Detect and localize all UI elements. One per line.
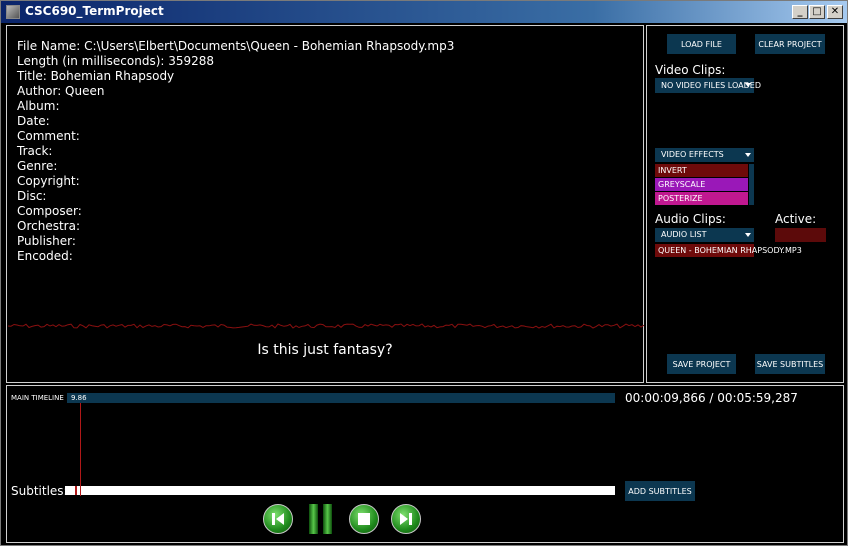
meta-comment: Comment: [17, 129, 80, 143]
clear-project-button[interactable]: CLEAR PROJECT [755, 34, 825, 54]
waveform-line [8, 323, 644, 329]
save-subtitles-button[interactable]: SAVE SUBTITLES [755, 354, 825, 374]
pause-icon [309, 504, 318, 534]
meta-date: Date: [17, 114, 50, 128]
timeline-value: 9.86 [71, 394, 87, 402]
video-clips-label: Video Clips: [655, 63, 726, 77]
maximize-button[interactable]: □ [809, 5, 825, 19]
load-file-button[interactable]: LOAD FILE [667, 34, 736, 54]
effect-greyscale[interactable]: GREYSCALE [655, 178, 748, 191]
meta-orchestra: Orchestra: [17, 219, 80, 233]
app-icon [6, 5, 20, 19]
control-panel: LOAD FILE CLEAR PROJECT Video Clips: NO … [646, 25, 844, 383]
active-indicator [775, 228, 826, 242]
audio-list-dropdown[interactable]: AUDIO LIST [655, 228, 754, 242]
pause-button[interactable] [309, 504, 335, 534]
effect-posterize[interactable]: POSTERIZE [655, 192, 748, 205]
active-label: Active: [775, 212, 817, 226]
subtitle-marker[interactable] [75, 486, 77, 495]
forward-icon [400, 513, 412, 525]
meta-length: Length (in milliseconds): 359288 [17, 54, 215, 68]
title-bar[interactable]: CSC690_TermProject _ □ ✕ [1, 1, 847, 23]
meta-publisher: Publisher: [17, 234, 76, 248]
effects-scrollbar[interactable] [749, 164, 754, 205]
audio-item[interactable]: QUEEN - BOHEMIAN RHAPSODY.MP3 [655, 244, 802, 257]
meta-genre: Genre: [17, 159, 58, 173]
effect-invert[interactable]: INVERT [655, 164, 748, 177]
rewind-icon [272, 513, 284, 525]
stop-button[interactable] [349, 504, 379, 534]
chevron-down-icon [745, 153, 751, 157]
save-project-button[interactable]: SAVE PROJECT [667, 354, 736, 374]
meta-title: Title: Bohemian Rhapsody [17, 69, 175, 83]
time-readout: 00:00:09,866 / 00:05:59,287 [625, 391, 798, 405]
meta-composer: Composer: [17, 204, 82, 218]
meta-album: Album: [17, 99, 60, 113]
add-subtitles-button[interactable]: ADD SUBTITLES [625, 481, 695, 501]
meta-track: Track: [17, 144, 53, 158]
chevron-down-icon [745, 83, 751, 87]
meta-copyright: Copyright: [17, 174, 80, 188]
pause-icon-bar [323, 504, 332, 534]
meta-author: Author: Queen [17, 84, 105, 98]
rewind-button[interactable] [263, 504, 293, 534]
close-button[interactable]: ✕ [827, 5, 843, 19]
timeline-panel: MAIN TIMELINE 9.86 00:00:09,866 / 00:05:… [6, 385, 844, 543]
stop-icon [358, 513, 370, 525]
app-window: CSC690_TermProject _ □ ✕ File Name: C:\U… [0, 0, 848, 546]
app-content: File Name: C:\Users\Elbert\Documents\Que… [4, 23, 844, 543]
audio-clips-label: Audio Clips: [655, 212, 726, 226]
subtitle-marker[interactable] [80, 486, 81, 495]
main-timeline-label: MAIN TIMELINE [11, 394, 64, 402]
audio-waveform [8, 323, 644, 329]
audio-list-dropdown-value: AUDIO LIST [661, 230, 707, 239]
meta-file-name: File Name: C:\Users\Elbert\Documents\Que… [17, 39, 455, 53]
chevron-down-icon [745, 233, 751, 237]
subtitle-track[interactable] [65, 486, 615, 495]
playhead[interactable] [80, 403, 81, 496]
metadata-panel: File Name: C:\Users\Elbert\Documents\Que… [6, 25, 644, 383]
video-effects-dropdown[interactable]: VIDEO EFFECTS [655, 148, 754, 162]
meta-encoded: Encoded: [17, 249, 73, 263]
main-timeline-slider[interactable]: 9.86 [67, 393, 615, 403]
window-title: CSC690_TermProject [25, 4, 164, 18]
subtitle-display: Is this just fantasy? [257, 342, 393, 358]
video-effects-dropdown-value: VIDEO EFFECTS [661, 150, 724, 159]
subtitles-label: Subtitles: [11, 484, 68, 498]
minimize-button[interactable]: _ [792, 5, 808, 19]
forward-button[interactable] [391, 504, 421, 534]
video-clips-dropdown[interactable]: NO VIDEO FILES LOADED [655, 78, 761, 93]
meta-disc: Disc: [17, 189, 47, 203]
